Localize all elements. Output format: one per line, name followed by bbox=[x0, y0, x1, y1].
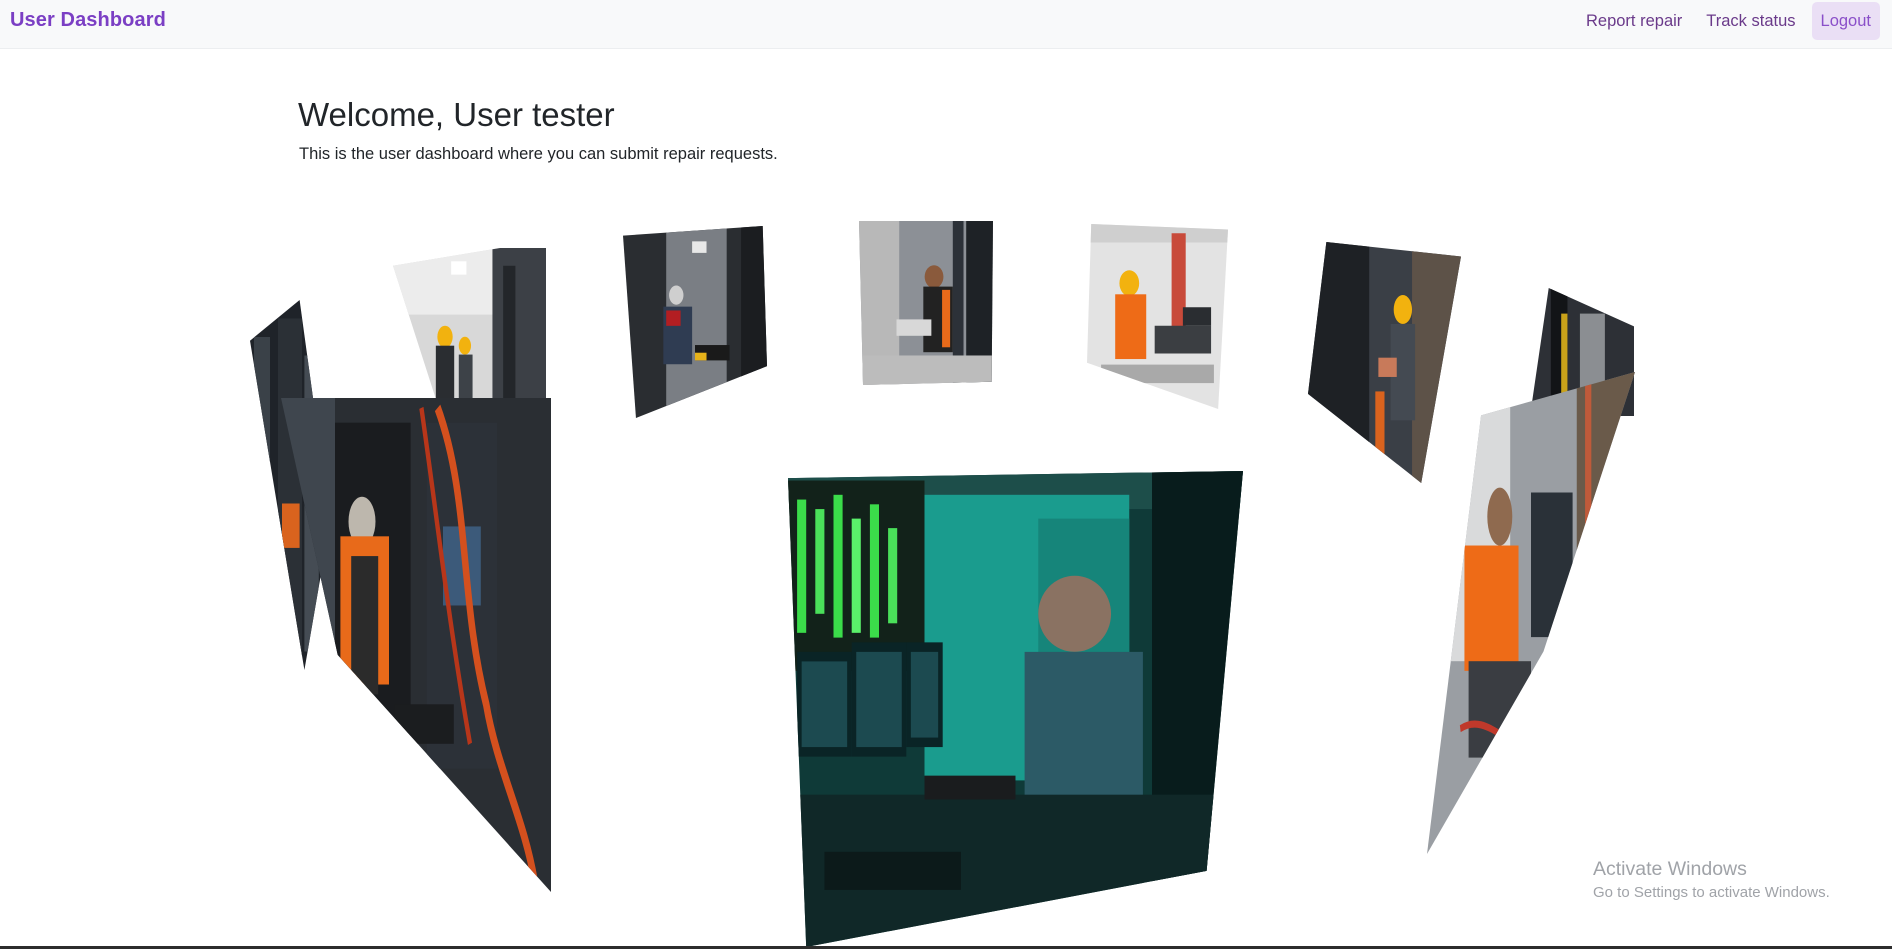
top-navbar: User Dashboard Report repair Track statu… bbox=[0, 0, 1892, 49]
carousel-image-6[interactable] bbox=[1308, 242, 1461, 483]
track-status-link[interactable]: Track status bbox=[1694, 2, 1807, 40]
windows-activation-watermark: Activate Windows Go to Settings to activ… bbox=[1593, 857, 1830, 902]
page-title: Welcome, User tester bbox=[298, 96, 615, 133]
page-subtitle: This is the user dashboard where you can… bbox=[299, 145, 778, 163]
carousel-image-5[interactable] bbox=[1087, 224, 1228, 409]
carousel-image-4[interactable] bbox=[859, 221, 993, 385]
carousel-image-3[interactable] bbox=[623, 226, 767, 418]
carousel-image-9[interactable] bbox=[788, 471, 1243, 947]
logout-button[interactable]: Logout bbox=[1811, 2, 1880, 40]
brand-link[interactable]: User Dashboard bbox=[10, 9, 166, 32]
report-repair-link[interactable]: Report repair bbox=[1574, 2, 1694, 40]
watermark-title: Activate Windows bbox=[1593, 858, 1747, 880]
carousel-image-10[interactable] bbox=[1427, 372, 1635, 854]
watermark-subtitle: Go to Settings to activate Windows. bbox=[1593, 884, 1830, 901]
nav-links: Report repair Track status Logout bbox=[1574, 2, 1880, 40]
carousel-image-8[interactable] bbox=[281, 398, 551, 892]
